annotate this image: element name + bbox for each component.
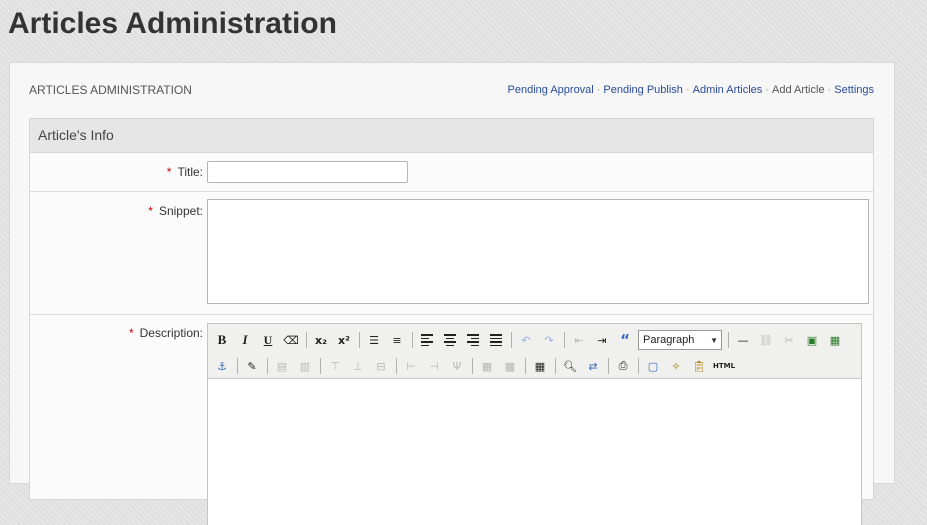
toolbar-separator xyxy=(555,358,556,374)
insert-table-icon[interactable]: ▦ xyxy=(530,356,550,376)
outdent-icon[interactable]: ⇤ xyxy=(569,330,589,350)
merge-cells-icon[interactable]: ▩ xyxy=(500,356,520,376)
cleanup-icon[interactable]: ✧ xyxy=(666,356,686,376)
description-label: * Description: xyxy=(129,326,203,340)
nav-separator: · xyxy=(685,84,690,96)
description-row: * Description: B I U ⌫ x₂ x² ☰ ≡ ↶ ↷ ⇤ ⇥… xyxy=(30,315,873,525)
snippet-row: * Snippet: xyxy=(30,192,873,315)
nav-pending-publish[interactable]: Pending Publish xyxy=(603,84,683,96)
nav-separator: · xyxy=(765,84,769,96)
title-row: * Title: xyxy=(30,153,873,192)
toolbar-separator xyxy=(638,358,639,374)
delete-row-icon[interactable]: ⊟ xyxy=(371,356,391,376)
align-left-icon[interactable] xyxy=(417,330,437,350)
align-center-icon[interactable] xyxy=(440,330,460,350)
page-title: Articles Administration xyxy=(8,7,337,40)
superscript-icon[interactable]: x² xyxy=(334,330,354,350)
toolbar-separator xyxy=(472,358,473,374)
table-cell-props-icon[interactable]: ▥ xyxy=(295,356,315,376)
blockquote-icon[interactable]: “ xyxy=(615,330,635,350)
top-navigation: Pending Approval · Pending Publish · Admin A… xyxy=(508,84,874,96)
toolbar-separator xyxy=(237,358,238,374)
title-input[interactable] xyxy=(207,161,408,183)
anchor-icon[interactable]: ⚓ xyxy=(212,356,232,376)
nav-pending-approval[interactable]: Pending Approval xyxy=(508,84,594,96)
toolbar-separator xyxy=(728,332,729,348)
find-icon[interactable]: 🔍︎ xyxy=(560,356,580,376)
delete-col-icon[interactable]: Ψ xyxy=(447,356,467,376)
replace-icon[interactable]: ⇄ xyxy=(583,356,603,376)
required-mark: * xyxy=(148,204,153,218)
underline-icon[interactable]: U xyxy=(258,330,278,350)
editor-toolbar-row1: B I U ⌫ x₂ x² ☰ ≡ ↶ ↷ ⇤ ⇥ “ Paragraph ▼ … xyxy=(212,329,848,351)
indent-icon[interactable]: ⇥ xyxy=(592,330,612,350)
subscript-icon[interactable]: x₂ xyxy=(311,330,331,350)
horizontal-rule-icon[interactable]: — xyxy=(733,330,753,350)
eraser-icon[interactable]: ⌫ xyxy=(281,330,301,350)
toolbar-separator xyxy=(359,332,360,348)
edit-icon[interactable]: ✎ xyxy=(242,356,262,376)
toolbar-separator xyxy=(306,332,307,348)
media-icon[interactable]: ▦ xyxy=(825,330,845,350)
required-mark: * xyxy=(128,326,134,340)
link-icon[interactable]: ⛓ xyxy=(756,330,776,350)
snippet-label-text: Snippet: xyxy=(158,204,203,218)
toolbar-separator xyxy=(320,358,321,374)
bullet-list-icon[interactable]: ☰ xyxy=(364,330,384,350)
title-label-text: Title: xyxy=(177,165,203,179)
split-cells-icon[interactable]: ▦ xyxy=(477,356,497,376)
snippet-textarea[interactable] xyxy=(207,199,869,304)
chevron-down-icon: ▼ xyxy=(710,335,718,345)
nav-separator: · xyxy=(827,84,832,96)
undo-icon[interactable]: ↶ xyxy=(516,330,536,350)
insert-col-before-icon[interactable]: ⊢ xyxy=(401,356,421,376)
align-right-icon[interactable] xyxy=(463,330,483,350)
bold-icon[interactable]: B xyxy=(212,330,232,350)
paste-word-icon[interactable]: 📋︎ xyxy=(689,356,709,376)
print-icon[interactable]: ⎙ xyxy=(613,356,633,376)
insert-row-after-icon[interactable]: ⊥ xyxy=(348,356,368,376)
description-label-text: Description: xyxy=(139,326,203,340)
toolbar-separator xyxy=(412,332,413,348)
toolbar-separator xyxy=(525,358,526,374)
toolbar-separator xyxy=(564,332,565,348)
html-source-icon[interactable]: HTML xyxy=(712,356,736,376)
section-title: Article's Info xyxy=(30,119,873,153)
unlink-icon[interactable]: ✂ xyxy=(779,330,799,350)
nav-admin-articles[interactable]: Admin Articles xyxy=(693,84,763,96)
toolbar-separator xyxy=(267,358,268,374)
article-info-box: Article's Info * Title: * Snippet: * Descri… xyxy=(29,118,874,525)
image-icon[interactable]: ▣ xyxy=(802,330,822,350)
rich-text-editor: B I U ⌫ x₂ x² ☰ ≡ ↶ ↷ ⇤ ⇥ “ Paragraph ▼ … xyxy=(207,323,862,525)
title-label: * Title: xyxy=(167,165,203,179)
admin-panel: ARTICLES ADMINISTRATION Pending Approval… xyxy=(9,62,895,525)
redo-icon[interactable]: ↷ xyxy=(539,330,559,350)
toolbar-separator xyxy=(511,332,512,348)
format-select-value: Paragraph xyxy=(643,334,695,346)
fullscreen-icon[interactable]: ▢ xyxy=(643,356,663,376)
nav-add-article-current: Add Article xyxy=(771,84,825,96)
align-justify-icon[interactable] xyxy=(486,330,506,350)
insert-row-before-icon[interactable]: ⊤ xyxy=(325,356,345,376)
numbered-list-icon[interactable]: ≡ xyxy=(387,330,407,350)
format-select[interactable]: Paragraph ▼ xyxy=(638,330,722,350)
editor-toolbar-row2: ⚓ ✎ ▤ ▥ ⊤ ⊥ ⊟ ⊢ ⊣ Ψ ▦ ▩ ▦ 🔍︎ ⇄ ⎙ ▢ ✧ 📋︎ … xyxy=(212,355,739,377)
editor-content-area[interactable] xyxy=(208,378,861,525)
table-row-props-icon[interactable]: ▤ xyxy=(272,356,292,376)
italic-icon[interactable]: I xyxy=(235,330,255,350)
toolbar-separator xyxy=(608,358,609,374)
required-mark: * xyxy=(166,165,172,179)
nav-settings[interactable]: Settings xyxy=(834,84,874,96)
nav-separator: · xyxy=(596,84,601,96)
snippet-label: * Snippet: xyxy=(148,204,203,218)
panel-heading: ARTICLES ADMINISTRATION xyxy=(29,83,192,97)
toolbar-separator xyxy=(396,358,397,374)
insert-col-after-icon[interactable]: ⊣ xyxy=(424,356,444,376)
